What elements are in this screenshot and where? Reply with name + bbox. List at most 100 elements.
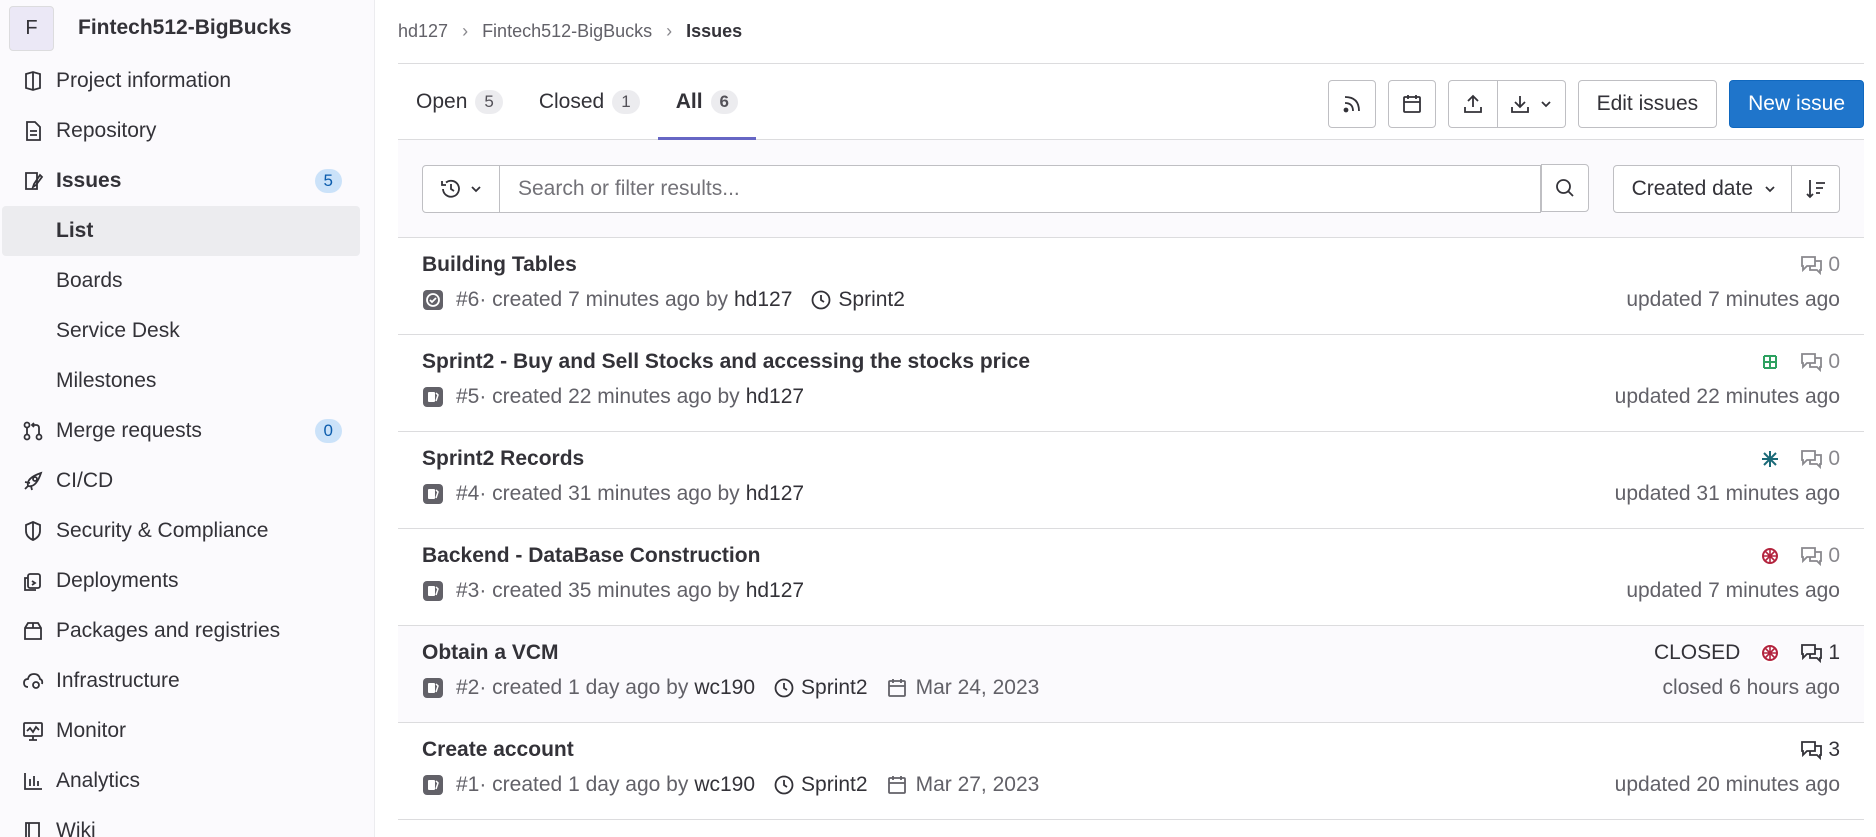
sort-control: Created date (1612, 164, 1840, 213)
export-button[interactable] (1447, 80, 1498, 128)
issue-indicators: 0 (1758, 349, 1840, 375)
cloud-gear-icon (20, 668, 46, 694)
issue-due-date: Mar 24, 2023 (886, 675, 1039, 701)
assignee-avatar[interactable] (1758, 641, 1782, 665)
sidebar-item-analytics[interactable]: Analytics (2, 756, 360, 806)
sidebar-item-label: CI/CD (56, 469, 114, 492)
new-issue-button[interactable]: New issue (1729, 80, 1864, 128)
tab-closed[interactable]: Closed 1 (521, 64, 658, 139)
sidebar-item-wiki[interactable]: Wiki (2, 806, 360, 837)
sidebar-item-boards[interactable]: Boards (2, 256, 360, 306)
merge-requests-count-badge: 0 (314, 419, 342, 443)
recent-searches-button[interactable] (422, 164, 500, 213)
issue-ref: #4 (456, 482, 480, 505)
comments-count[interactable]: 3 (1800, 738, 1840, 762)
issue-row[interactable]: Obtain a VCM #2 · created 1 day ago by w… (398, 626, 1864, 723)
issue-right: 0 updated 7 minutes ago (1626, 543, 1840, 604)
comments-icon (1801, 644, 1823, 664)
issue-author[interactable]: wc190 (694, 772, 755, 798)
comments-icon (1801, 353, 1823, 373)
tab-open[interactable]: Open 5 (398, 64, 521, 139)
issue-author[interactable]: wc190 (694, 675, 755, 701)
tab-count-badge: 5 (475, 89, 503, 114)
edit-issues-button[interactable]: Edit issues (1577, 80, 1718, 128)
issue-title[interactable]: Obtain a VCM (422, 640, 1840, 666)
issue-updated: updated 22 minutes ago (1614, 385, 1840, 408)
rss-button[interactable] (1327, 80, 1376, 128)
project-header[interactable]: F Fintech512-BigBucks (0, 0, 374, 56)
sort-label: Created date (1631, 176, 1753, 200)
sidebar-item-deployments[interactable]: Deployments (2, 556, 360, 606)
issue-right: 3 updated 20 minutes ago (1615, 737, 1840, 798)
issue-open-icon (422, 677, 444, 699)
issues-count-badge: 5 (314, 169, 342, 193)
calendar-subscribe-button[interactable] (1387, 80, 1436, 128)
breadcrumb-user[interactable]: hd127 (398, 21, 448, 42)
issue-author[interactable]: hd127 (734, 287, 792, 313)
sidebar-item-monitor[interactable]: Monitor (2, 706, 360, 756)
chevron-right-icon: › (462, 21, 469, 41)
issue-row[interactable]: Sprint2 - Buy and Sell Stocks and access… (398, 335, 1864, 432)
issue-milestone[interactable]: Sprint2 (773, 772, 868, 798)
sort-dropdown[interactable]: Created date (1612, 164, 1792, 213)
breadcrumb: hd127 › Fintech512-BigBucks › Issues (398, 0, 1864, 64)
sidebar-item-label: Service Desk (56, 319, 180, 342)
sidebar-item-project-information[interactable]: Project information (2, 56, 360, 106)
merge-request-icon (20, 418, 46, 444)
issue-row[interactable]: Create account #1 · created 1 day ago by… (398, 723, 1864, 820)
issue-created: · created 1 day ago by (479, 773, 689, 796)
comments-count[interactable]: 1 (1800, 641, 1840, 665)
sidebar-item-merge-requests[interactable]: Merge requests 0 (2, 406, 360, 456)
sidebar-item-label: Merge requests (56, 419, 202, 442)
sidebar-item-packages-registries[interactable]: Packages and registries (2, 606, 360, 656)
issue-open-icon (422, 580, 444, 602)
chart-icon (20, 768, 46, 794)
import-dropdown-button[interactable] (1497, 80, 1566, 128)
sidebar-item-security-compliance[interactable]: Security & Compliance (2, 506, 360, 556)
breadcrumb-project[interactable]: Fintech512-BigBucks (482, 21, 652, 42)
breadcrumb-issues[interactable]: Issues (686, 21, 742, 42)
clock-icon (812, 290, 831, 310)
search-input[interactable] (500, 165, 1540, 212)
book-icon (20, 818, 46, 837)
sidebar-item-issues[interactable]: Issues 5 (2, 156, 360, 206)
comments-count[interactable]: 0 (1800, 253, 1840, 277)
sidebar-item-repository[interactable]: Repository (2, 106, 360, 156)
issue-milestone[interactable]: Sprint2 (810, 287, 905, 313)
comments-count[interactable]: 0 (1800, 447, 1840, 471)
issue-row[interactable]: Building Tables #6 · created 7 minutes a… (398, 238, 1864, 335)
search-button[interactable] (1540, 164, 1589, 212)
issue-ref: #1 (456, 773, 480, 796)
assignee-avatar[interactable] (1758, 350, 1782, 374)
comments-count[interactable]: 0 (1800, 544, 1840, 568)
chevron-down-icon (1765, 185, 1775, 192)
closed-status-label: CLOSED (1653, 641, 1741, 664)
tab-all[interactable]: All 6 (657, 64, 757, 140)
issue-row[interactable]: Sprint2 Records #4 · created 31 minutes … (398, 432, 1864, 529)
project-avatar: F (9, 5, 54, 51)
issue-open-icon (422, 483, 444, 505)
chevron-right-icon: › (666, 21, 673, 41)
assignee-avatar[interactable] (1758, 447, 1782, 471)
sort-direction-button[interactable] (1792, 164, 1840, 213)
project-name: Fintech512-BigBucks (78, 16, 292, 39)
sidebar-item-milestones[interactable]: Milestones (2, 356, 360, 406)
issue-milestone[interactable]: Sprint2 (773, 675, 868, 701)
comments-value: 0 (1828, 350, 1840, 373)
shield-icon (20, 518, 46, 544)
import-export-group (1447, 80, 1566, 128)
sidebar-item-ci-cd[interactable]: CI/CD (2, 456, 360, 506)
comments-count[interactable]: 0 (1800, 350, 1840, 374)
issue-row[interactable]: Backend - DataBase Construction #3 · cre… (398, 529, 1864, 626)
sidebar-item-service-desk[interactable]: Service Desk (2, 306, 360, 356)
sidebar-item-infrastructure[interactable]: Infrastructure (2, 656, 360, 706)
issue-author[interactable]: hd127 (746, 578, 804, 604)
issue-author[interactable]: hd127 (746, 384, 804, 410)
issue-author[interactable]: hd127 (746, 481, 804, 507)
monitor-icon (20, 718, 46, 744)
rss-icon (1343, 96, 1360, 113)
sidebar-item-list[interactable]: List (2, 206, 360, 256)
assignee-avatar[interactable] (1758, 544, 1782, 568)
sidebar-item-label: Security & Compliance (56, 519, 269, 542)
issue-ref: #2 (456, 676, 480, 699)
